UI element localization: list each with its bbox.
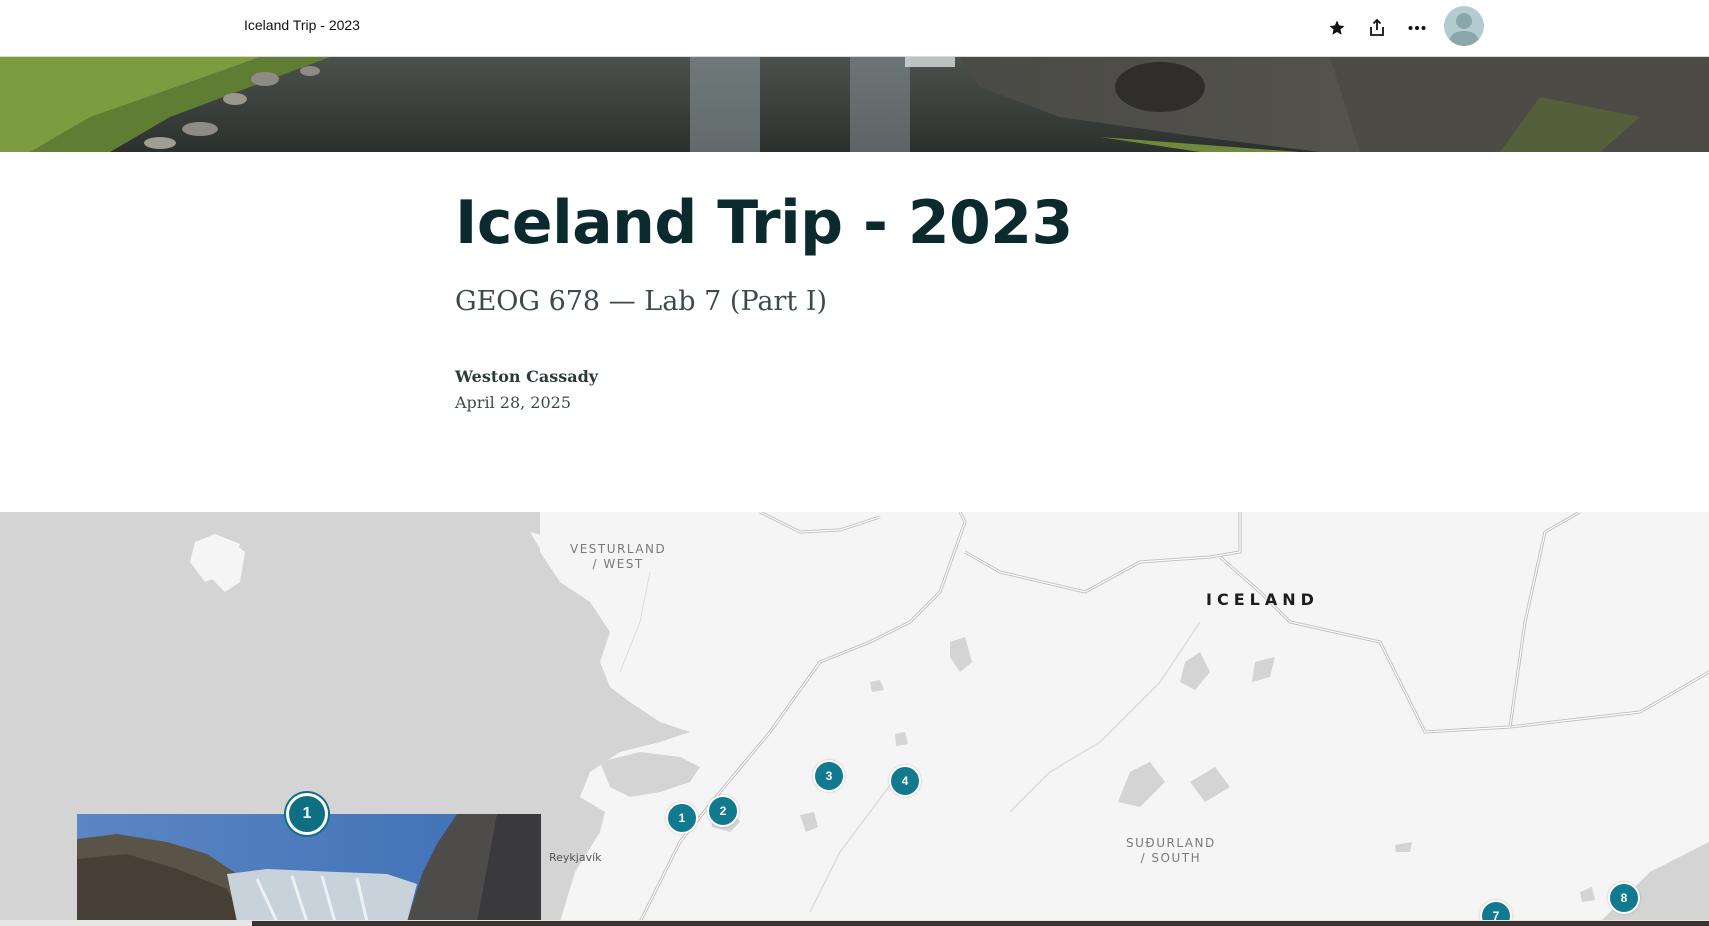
region-label-west: VESTURLAND / WEST [570,542,667,571]
scrollbar-thumb[interactable] [252,921,1709,926]
region-label-south: SUÐURLAND / SOUTH [1126,836,1216,865]
map-marker[interactable]: 4 [889,765,921,797]
user-avatar-button[interactable] [1444,6,1484,46]
map-marker[interactable]: 3 [813,760,845,792]
byline-author: Weston Cassady [455,367,599,386]
star-icon [1329,20,1345,35]
more-options-button[interactable] [1402,13,1432,43]
story-title: Iceland Trip - 2023 [455,188,1073,258]
share-icon [1370,19,1384,36]
top-header: Iceland Trip - 2023 [0,0,1709,57]
map-marker-active[interactable]: 1 [286,793,328,835]
horizontal-scrollbar[interactable] [0,920,1709,926]
cover-banner-image [0,57,1709,152]
map-marker[interactable]: 8 [1608,882,1640,914]
byline-date: April 28, 2025 [455,393,572,412]
city-label-reykjavik: Reykjavík [549,851,602,864]
map-marker[interactable]: 2 [707,795,739,827]
user-avatar-icon [1448,13,1480,46]
country-label: ICELAND [1206,590,1319,609]
map-marker[interactable]: 1 [666,802,698,834]
share-button[interactable] [1362,13,1392,43]
story-subtitle: GEOG 678 — Lab 7 (Part I) [455,286,828,317]
favorite-button[interactable] [1322,13,1352,43]
more-horizontal-icon [1408,26,1426,30]
document-title: Iceland Trip - 2023 [244,17,360,33]
